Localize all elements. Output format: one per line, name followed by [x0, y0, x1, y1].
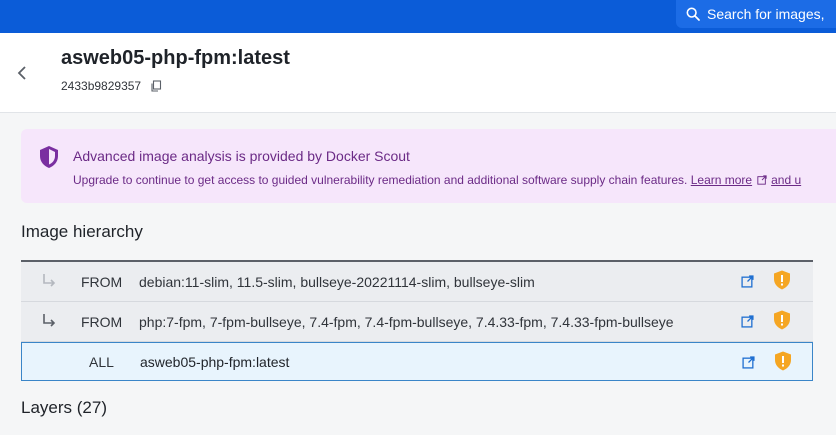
- external-link-icon: [757, 175, 767, 185]
- page-title: asweb05-php-fpm:latest: [61, 47, 290, 69]
- banner-description: Upgrade to continue to get access to gui…: [73, 173, 688, 187]
- search-box[interactable]: Search for images,: [676, 0, 836, 28]
- image-hierarchy-heading: Image hierarchy: [21, 222, 143, 241]
- external-link-icon[interactable]: [741, 275, 754, 288]
- external-link-icon[interactable]: [742, 356, 755, 369]
- layers-heading: Layers (27): [21, 398, 107, 417]
- search-placeholder: Search for images,: [707, 6, 825, 22]
- learn-more-link[interactable]: Learn more: [691, 173, 752, 187]
- row-tags: asweb05-php-fpm:latest: [140, 353, 290, 370]
- corner-down-right-icon: [43, 274, 56, 287]
- banner-tail-link[interactable]: and u: [771, 173, 801, 187]
- docker-scout-banner: Advanced image analysis is provided by D…: [21, 129, 836, 203]
- shield-icon: [40, 146, 58, 168]
- top-bar: Search for images,: [0, 0, 836, 33]
- banner-text: Upgrade to continue to get access to gui…: [73, 173, 801, 187]
- row-kind: ALL: [89, 353, 114, 370]
- hierarchy-row[interactable]: FROM debian:11-slim, 11.5-slim, bullseye…: [21, 262, 813, 302]
- image-digest: 2433b9829357: [61, 79, 162, 93]
- warning-shield-icon[interactable]: [774, 351, 792, 371]
- search-icon: [686, 7, 700, 21]
- corner-down-right-icon: [43, 314, 56, 327]
- hierarchy-row-selected[interactable]: ALL asweb05-php-fpm:latest: [21, 342, 813, 381]
- hierarchy-row[interactable]: FROM php:7-fpm, 7-fpm-bullseye, 7.4-fpm,…: [21, 302, 813, 342]
- copy-icon[interactable]: [150, 80, 162, 92]
- warning-shield-icon[interactable]: [773, 310, 791, 330]
- row-tags: debian:11-slim, 11.5-slim, bullseye-2022…: [139, 273, 535, 290]
- warning-shield-icon[interactable]: [773, 270, 791, 290]
- row-kind: FROM: [81, 273, 123, 290]
- chevron-left-icon[interactable]: [12, 63, 32, 83]
- external-link-icon[interactable]: [741, 315, 754, 328]
- row-kind: FROM: [81, 313, 123, 330]
- banner-title: Advanced image analysis is provided by D…: [73, 148, 410, 164]
- digest-value: 2433b9829357: [61, 79, 142, 93]
- hierarchy-table: FROM debian:11-slim, 11.5-slim, bullseye…: [21, 260, 813, 381]
- image-header: asweb05-php-fpm:latest 2433b9829357: [0, 33, 836, 113]
- row-tags: php:7-fpm, 7-fpm-bullseye, 7.4-fpm, 7.4-…: [139, 313, 674, 330]
